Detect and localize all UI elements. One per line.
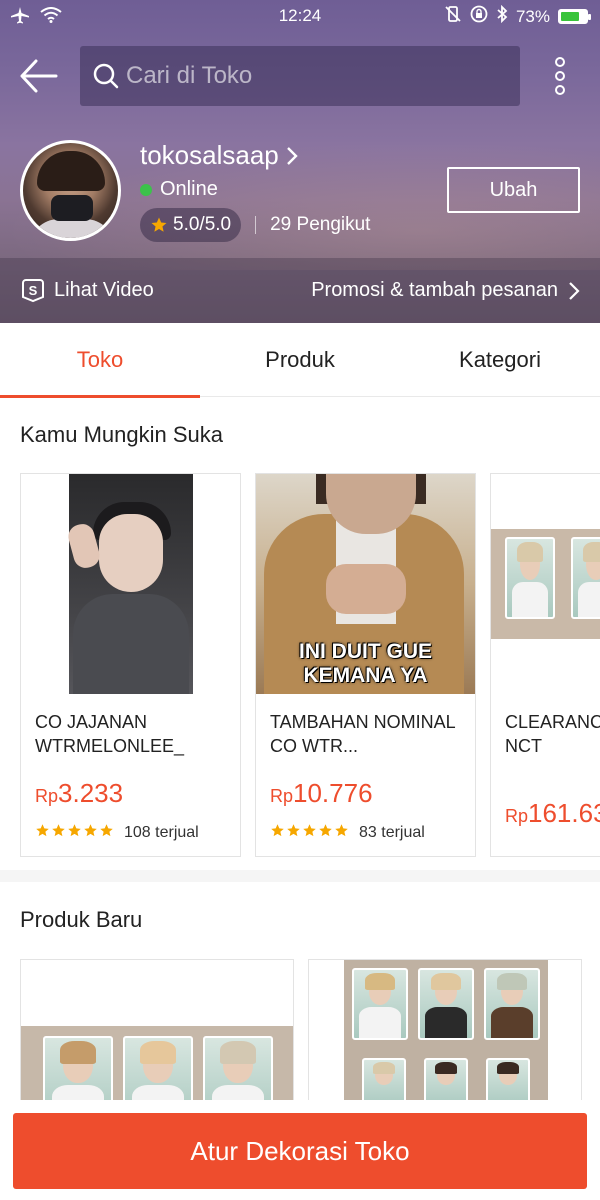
rating-badge: 5.0/5.0 [140, 208, 242, 242]
rating-stars [35, 823, 114, 843]
product-card[interactable]: INI DUIT GUE KEMANA YA TAMBAHAN NOMINAL … [255, 473, 476, 857]
sold-count: 108 terjual [124, 824, 199, 841]
star-icon [67, 823, 82, 843]
star-icon [99, 823, 114, 843]
image-caption-line-2: KEMANA YA [303, 664, 428, 687]
star-icon [270, 823, 285, 843]
sold-count: 83 terjual [359, 824, 425, 841]
star-icon [302, 823, 317, 843]
online-label: Online [160, 178, 218, 200]
star-icon [35, 823, 50, 843]
bottom-action-bar: Atur Dekorasi Toko [0, 1100, 600, 1200]
product-name: TAMBAHAN NOMINAL CO WTR... [270, 712, 456, 756]
followers-count: 29 Pengikut [270, 214, 371, 235]
rating-value: 5.0/5.0 [173, 214, 232, 235]
search-input[interactable] [126, 46, 506, 106]
battery-level-fill [561, 12, 579, 21]
avatar-hair [37, 151, 105, 191]
battery-icon [558, 9, 591, 24]
arrow-left-icon [20, 59, 58, 93]
avatar-body [29, 219, 115, 238]
shop-name: tokosalsaap [140, 140, 279, 170]
status-bar-right: 73% [444, 4, 591, 28]
product-image [21, 1026, 293, 1108]
bluetooth-icon [496, 4, 508, 28]
more-vertical-icon [555, 57, 565, 95]
product-image [344, 960, 548, 1108]
star-icon [286, 823, 301, 843]
image-caption-line-1: INI DUIT GUE [298, 640, 432, 663]
tab-kategori[interactable]: Kategori [400, 323, 600, 397]
shop-decoration-button[interactable]: Atur Dekorasi Toko [13, 1113, 587, 1189]
avatar-mask [51, 195, 93, 221]
online-status: Online [140, 178, 218, 201]
star-icon [51, 823, 66, 843]
new-products-grid [20, 959, 600, 1109]
shop-tabs: Toko Produk Kategori [0, 323, 600, 398]
promo-orders-link[interactable]: Promosi & tambah pesanan [311, 279, 580, 302]
status-bar: 12:24 73% [0, 0, 600, 32]
shop-stats: 5.0/5.0 29 Pengikut [140, 208, 370, 242]
mute-vibrate-icon [444, 5, 462, 28]
recommend-section-title: Kamu Mungkin Suka [20, 422, 223, 447]
svg-text:S: S [29, 283, 38, 298]
star-icon [334, 823, 349, 843]
new-product-card[interactable] [20, 959, 294, 1109]
new-product-card[interactable] [308, 959, 582, 1109]
star-icon [318, 823, 333, 843]
battery-percent: 73% [515, 6, 550, 26]
product-price: Rp3.233 [35, 778, 124, 808]
rating-stars [270, 823, 349, 843]
section-divider [0, 870, 600, 882]
tab-produk[interactable]: Produk [200, 323, 400, 397]
product-image [21, 474, 240, 694]
product-name: CO JAJANAN WTRMELONLEE_ [35, 712, 185, 756]
video-s-icon: S [22, 279, 44, 303]
stats-divider [255, 216, 257, 234]
lock-rotation-icon [470, 5, 488, 28]
product-meta: 108 terjual [35, 823, 199, 843]
product-card[interactable]: CO JAJANAN WTRMELONLEE_ Rp3.233 108 terj… [20, 473, 241, 857]
product-meta: 83 terjual [270, 823, 425, 843]
star-icon [151, 217, 167, 232]
product-card[interactable]: CLEARANC NCT Rp161.63 [490, 473, 600, 857]
more-options-button[interactable] [548, 56, 572, 98]
chevron-right-icon [569, 281, 580, 300]
video-promo-strip: S Lihat Video Promosi & tambah pesanan [0, 258, 600, 323]
star-icon [83, 823, 98, 843]
product-image: INI DUIT GUE KEMANA YA [256, 474, 475, 694]
online-dot-icon [140, 183, 152, 196]
tab-toko[interactable]: Toko [0, 323, 200, 398]
shop-search-bar[interactable] [80, 46, 520, 106]
watch-video-label: Lihat Video [54, 278, 154, 301]
product-price: Rp10.776 [270, 778, 373, 808]
shop-header: 12:24 73% Cari di Toko tokosalsaap Onlin… [0, 0, 600, 323]
product-image [491, 474, 600, 694]
recommend-carousel[interactable]: CO JAJANAN WTRMELONLEE_ Rp3.233 108 terj… [20, 473, 600, 857]
search-icon [93, 63, 119, 89]
edit-shop-button[interactable]: Ubah [447, 167, 580, 213]
new-products-title: Produk Baru [20, 907, 143, 932]
top-bar [0, 46, 600, 108]
watch-video-link[interactable]: S Lihat Video [20, 277, 154, 303]
shop-name-link[interactable]: tokosalsaap [140, 140, 299, 171]
promo-label: Promosi & tambah pesanan [311, 279, 558, 301]
product-price: Rp161.63 [505, 798, 600, 828]
chevron-right-icon [286, 146, 298, 165]
shop-avatar[interactable] [20, 140, 121, 241]
product-name: CLEARANC NCT [505, 712, 600, 756]
back-button[interactable] [18, 56, 62, 96]
